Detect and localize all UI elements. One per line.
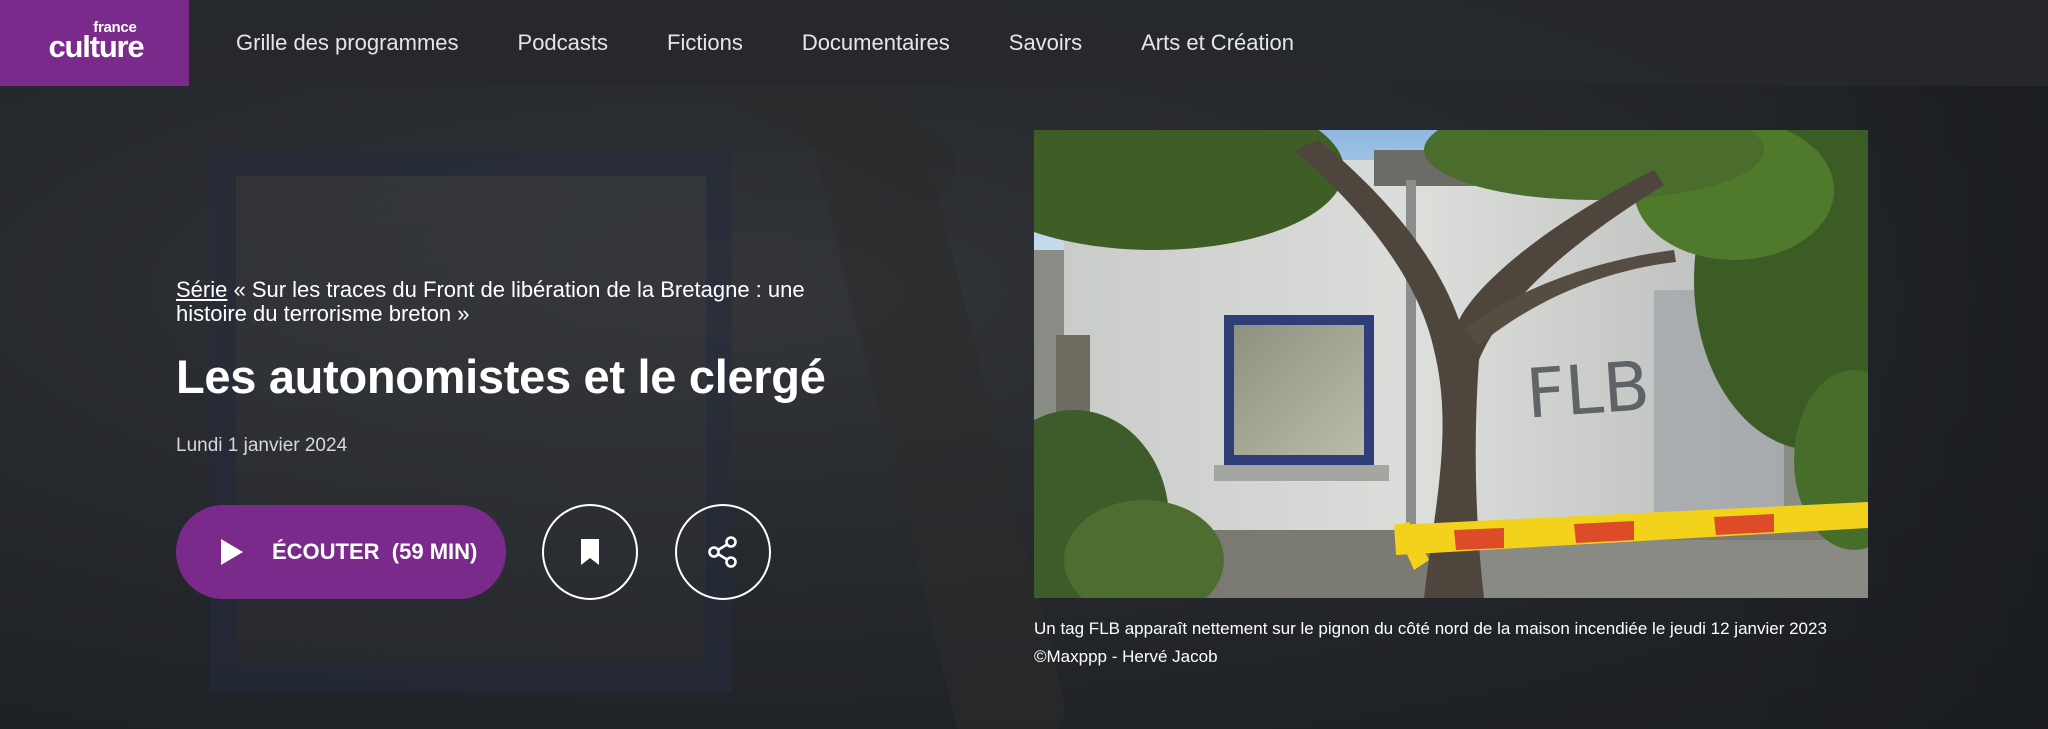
photo-caption: Un tag FLB apparaît nettement sur le pig… (1034, 615, 1914, 671)
main-menu: Grille des programmes Podcasts Fictions … (236, 30, 1353, 56)
photo-scene: FLB (1034, 130, 1868, 598)
nav-item-documentaires[interactable]: Documentaires (802, 30, 950, 56)
episode-title: Les autonomistes et le clergé (176, 350, 826, 403)
bookmark-icon (581, 539, 599, 565)
listen-button-label: ÉCOUTER (59 MIN) (272, 539, 478, 564)
bookmark-button[interactable] (542, 504, 638, 600)
share-icon (708, 536, 737, 568)
photo-caption-text: Un tag FLB apparaît nettement sur le pig… (1034, 619, 1827, 638)
photo-credit: ©Maxppp - Hervé Jacob (1034, 647, 1218, 666)
nav-item-grille-des-programmes[interactable]: Grille des programmes (236, 30, 459, 56)
nav-item-savoirs[interactable]: Savoirs (1009, 30, 1082, 56)
series-link[interactable]: Série (176, 277, 227, 302)
france-culture-logo[interactable]: france culture (0, 0, 189, 86)
logo-wordmark: france culture (45, 19, 145, 64)
series-title: « Sur les traces du Front de libération … (176, 277, 805, 326)
play-icon (221, 539, 243, 565)
share-button[interactable] (675, 504, 771, 600)
nav-item-fictions[interactable]: Fictions (667, 30, 743, 56)
nav-item-podcasts[interactable]: Podcasts (518, 30, 609, 56)
episode-info: Série « Sur les traces du Front de libér… (176, 278, 856, 457)
top-navigation: france culture Grille des programmes Pod… (0, 0, 2048, 86)
listen-button[interactable]: ÉCOUTER (59 MIN) (176, 505, 506, 599)
logo-big-text: culture (48, 29, 145, 64)
photo-graffiti-text: FLB (1524, 347, 1653, 434)
series-line: Série « Sur les traces du Front de libér… (176, 278, 856, 326)
episode-date: Lundi 1 janvier 2024 (176, 435, 348, 457)
episode-photo: FLB (1034, 130, 1868, 598)
nav-item-arts-et-creation[interactable]: Arts et Création (1141, 30, 1294, 56)
episode-actions: ÉCOUTER (59 MIN) (176, 504, 771, 600)
